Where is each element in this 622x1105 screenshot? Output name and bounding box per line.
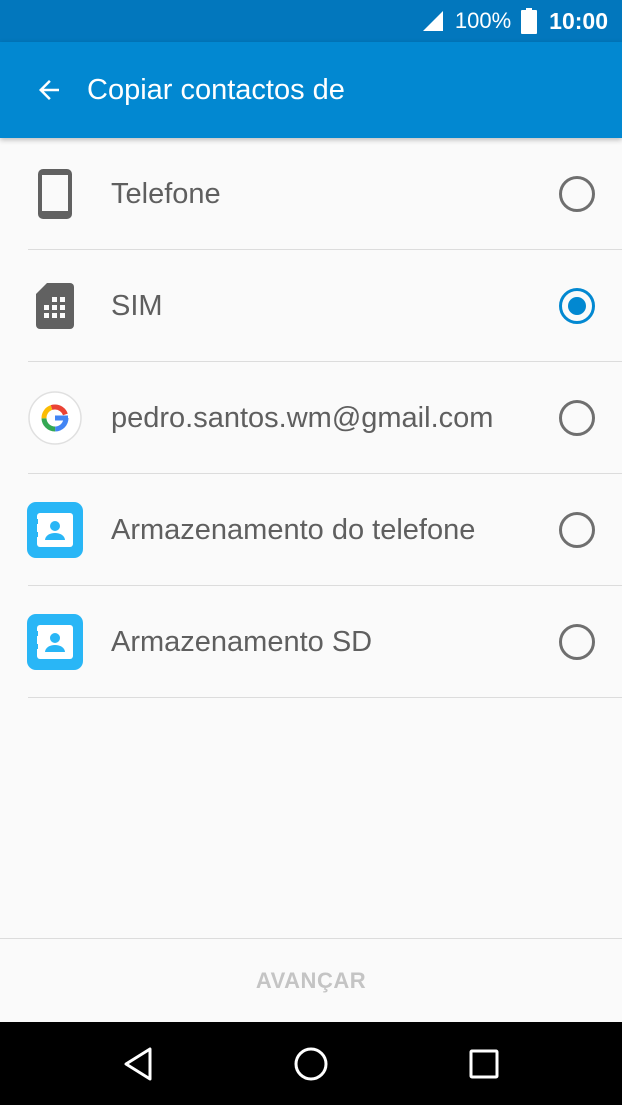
phone-icon — [27, 166, 83, 222]
radio-button-sd-storage[interactable] — [559, 624, 595, 660]
sim-card-icon — [27, 278, 83, 334]
system-nav-bar — [0, 1022, 622, 1105]
radio-button-phone-storage[interactable] — [559, 512, 595, 548]
account-label: SIM — [111, 289, 163, 322]
arrow-back-icon — [39, 80, 59, 100]
account-label: Armazenamento do telefone — [111, 513, 476, 546]
back-nav-button[interactable] — [116, 1042, 160, 1086]
account-label: Armazenamento SD — [111, 625, 373, 658]
account-label: pedro.santos.wm@gmail.com — [111, 401, 494, 434]
account-row-phone-storage[interactable]: Armazenamento do telefone — [0, 474, 622, 586]
battery-icon — [521, 8, 538, 34]
radio-button-sim[interactable] — [559, 288, 595, 324]
account-list: Telefone SIM pedro.santos.wm@gmail.com A… — [0, 138, 622, 698]
battery-percent: 100% — [454, 8, 512, 33]
google-icon — [27, 390, 83, 446]
status-bar: 100% 10:00 — [0, 0, 622, 42]
back-button[interactable] — [20, 61, 78, 119]
divider — [28, 696, 622, 698]
recents-nav-button[interactable] — [462, 1042, 506, 1086]
radio-button-phone[interactable] — [559, 176, 595, 212]
clock: 10:00 — [549, 7, 608, 34]
contacts-storage-icon — [27, 502, 83, 558]
circle-home-icon — [294, 1047, 328, 1081]
signal-icon — [422, 11, 443, 31]
bottom-action-bar: AVANÇAR — [0, 938, 622, 1022]
account-label: Telefone — [111, 177, 221, 210]
contacts-storage-icon — [27, 614, 83, 670]
account-row-phone[interactable]: Telefone — [0, 138, 622, 250]
radio-button-google[interactable] — [559, 400, 595, 436]
account-row-sim[interactable]: SIM — [0, 250, 622, 362]
square-recents-icon — [469, 1049, 499, 1079]
account-row-google[interactable]: pedro.santos.wm@gmail.com — [0, 362, 622, 474]
triangle-back-icon — [124, 1047, 152, 1081]
app-bar: Copiar contactos de — [0, 42, 622, 138]
home-nav-button[interactable] — [289, 1042, 333, 1086]
next-button[interactable]: AVANÇAR — [256, 968, 366, 994]
account-row-sd-storage[interactable]: Armazenamento SD — [0, 586, 622, 698]
page-title: Copiar contactos de — [87, 73, 345, 106]
